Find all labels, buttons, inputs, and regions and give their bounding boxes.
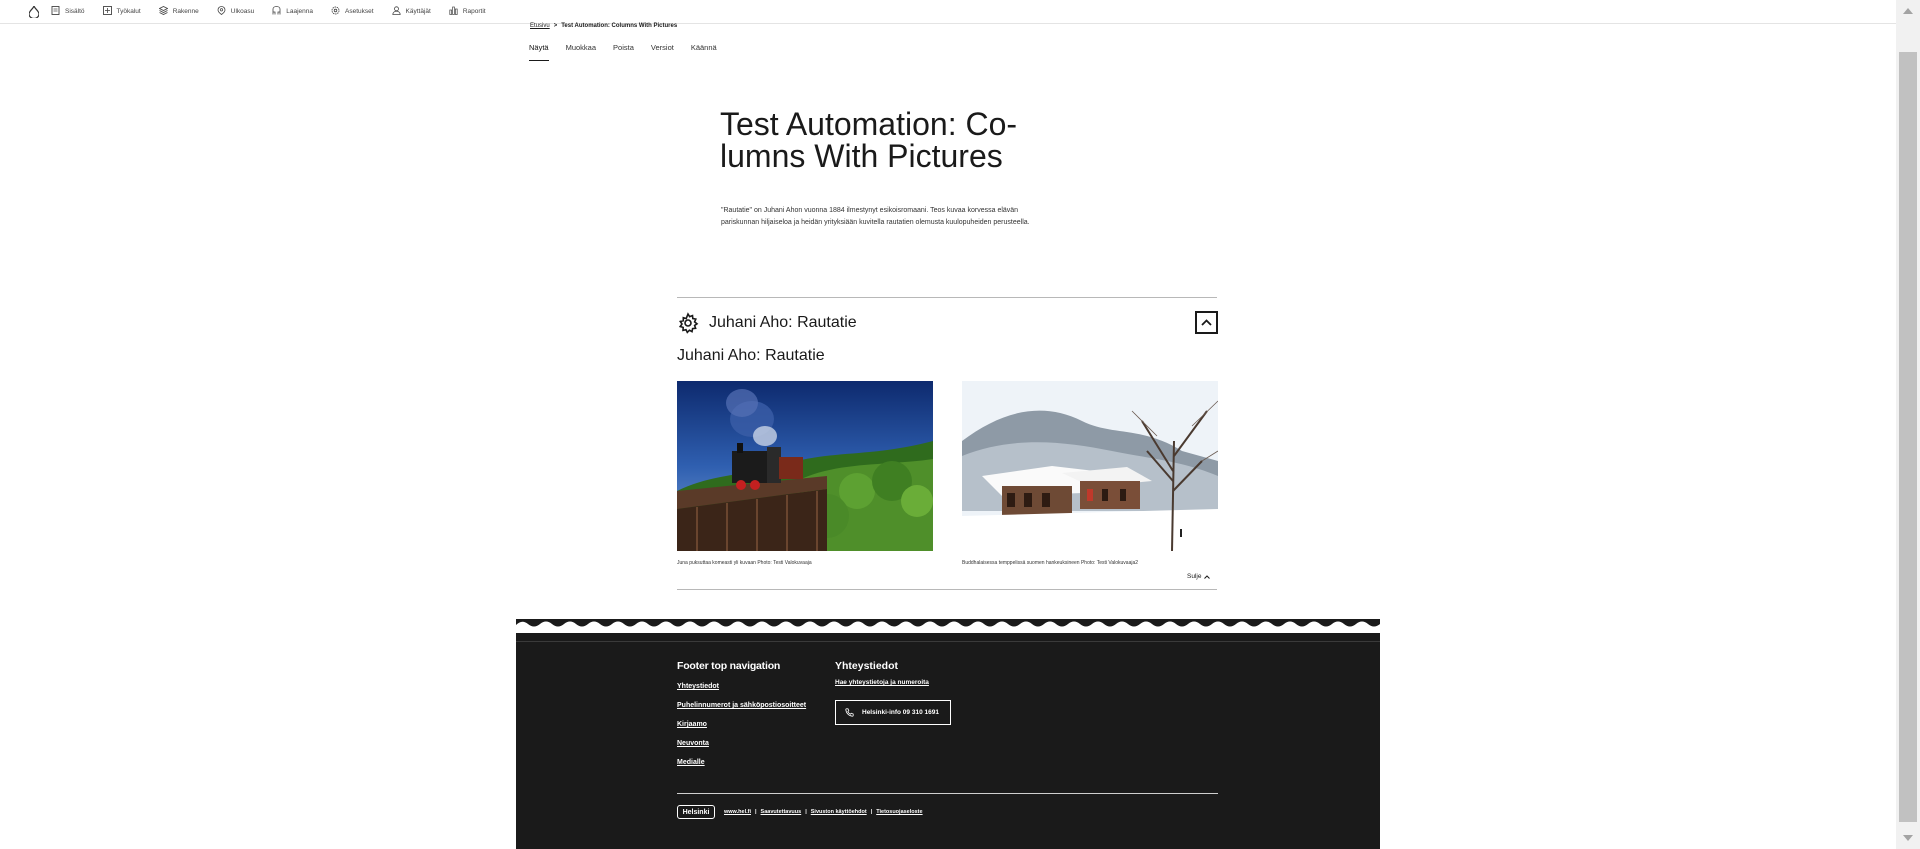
accordion-divider xyxy=(677,297,1217,298)
link-separator: | xyxy=(755,809,757,815)
tab-revisions[interactable]: Versiot xyxy=(651,43,674,61)
accordion-title: Juhani Aho: Rautatie xyxy=(709,314,857,331)
footer-nav-link[interactable]: Puhelinnumerot ja sähköpostiosoitteet xyxy=(677,702,806,721)
page-title: Test Automation: Co- lumns With Pictures xyxy=(720,108,1060,172)
close-label: Sulje xyxy=(1187,573,1202,580)
chevron-up-icon xyxy=(1204,574,1211,579)
tab-translate[interactable]: Käännä xyxy=(691,43,717,61)
page-title-line: lumns With Pictures xyxy=(720,138,1003,174)
phone-icon xyxy=(845,708,854,717)
user-icon xyxy=(391,6,401,17)
tab-edit[interactable]: Muokkaa xyxy=(566,43,596,61)
structure-icon xyxy=(158,6,169,17)
toolbar-item-structure[interactable]: Rakenne xyxy=(158,6,199,17)
footer-contact-link[interactable]: Hae yhteystietoja ja numeroita xyxy=(835,679,929,686)
footer-bottom-link[interactable]: www.hel.fi xyxy=(724,809,751,815)
footer-nav-link[interactable]: Kirjaamo xyxy=(677,721,806,740)
tools-icon xyxy=(102,6,112,17)
toolbar-item-label: Rakenne xyxy=(172,8,199,15)
chevron-up-icon xyxy=(1201,319,1212,326)
document-icon xyxy=(51,6,60,17)
toolbar-item-users[interactable]: Käyttäjät xyxy=(391,6,431,17)
image-caption: Buddhalaisessa temppelissä suomen hankeu… xyxy=(962,560,1139,566)
toolbar-item-reports[interactable]: Raportit xyxy=(449,6,486,17)
footer-nav-link[interactable]: Neuvonta xyxy=(677,740,806,759)
reports-icon xyxy=(449,6,458,17)
footer-bottom-link[interactable]: Tietosuojaseloste xyxy=(876,809,922,815)
breadcrumb-current: Test Automation: Columns With Pictures xyxy=(561,23,678,29)
page-title-line: Test Automation: Co- xyxy=(720,106,1018,142)
footer-divider xyxy=(677,793,1218,794)
helsinki-logo[interactable]: Helsinki xyxy=(677,805,715,819)
toolbar-item-label: Laajenna xyxy=(286,8,313,15)
scroll-down-arrow-icon[interactable] xyxy=(1903,835,1913,841)
accordion-toggle-button[interactable] xyxy=(1195,311,1218,334)
tab-view[interactable]: Näytä xyxy=(529,43,549,61)
footer-nav-list: Yhteystiedot Puhelinnumerot ja sähköpost… xyxy=(677,683,806,778)
gear-icon xyxy=(677,312,699,334)
extend-icon xyxy=(272,6,281,17)
drupal-logo-icon[interactable] xyxy=(27,5,41,19)
local-tasks-tabs: Näytä Muokkaa Poista Versiot Käännä xyxy=(529,43,717,61)
toolbar-item-tools[interactable]: Työkalut xyxy=(102,6,141,17)
toolbar-item-label: Raportit xyxy=(462,8,486,15)
footer-nav-link[interactable]: Medialle xyxy=(677,759,806,778)
vertical-scrollbar[interactable] xyxy=(1896,0,1920,849)
footer-bottom-link[interactable]: Sivuston käyttöehdot xyxy=(811,809,867,815)
link-separator: | xyxy=(805,809,807,815)
footer-wave-shape xyxy=(516,621,1380,633)
tab-delete[interactable]: Poista xyxy=(613,43,634,61)
toolbar-item-label: Sisältö xyxy=(65,8,85,15)
phone-button-label: Helsinki-info 09 310 1691 xyxy=(862,709,939,716)
accordion-divider xyxy=(677,589,1217,590)
settings-icon xyxy=(331,6,340,17)
helsinki-info-phone-button[interactable]: Helsinki-info 09 310 1691 xyxy=(835,700,951,725)
breadcrumb-separator: > xyxy=(553,23,558,29)
accordion-header[interactable]: Juhani Aho: Rautatie xyxy=(677,309,1218,337)
temple-image xyxy=(962,381,1218,551)
breadcrumb: Etusivu > Test Automation: Columns With … xyxy=(530,23,677,29)
toolbar-item-label: Asetukset xyxy=(345,8,374,15)
footer-nav-heading: Footer top navigation xyxy=(677,660,781,672)
train-image xyxy=(677,381,933,551)
link-separator: | xyxy=(870,809,873,815)
footer-bottom-link[interactable]: Saavutettavuus xyxy=(761,809,802,815)
toolbar-item-label: Käyttäjät xyxy=(405,8,431,15)
toolbar-item-appearance[interactable]: Ulkoasu xyxy=(217,6,254,17)
toolbar-item-label: Ulkoasu xyxy=(230,8,255,15)
toolbar-item-content[interactable]: Sisältö xyxy=(51,6,85,17)
footer: Footer top navigation Yhteystiedot Puhel… xyxy=(516,619,1380,849)
footer-wave-koro xyxy=(516,621,1380,633)
footer-bottom-links: www.hel.fi | Saavutettavuus | Sivuston k… xyxy=(724,809,923,815)
columns-heading: Juhani Aho: Rautatie xyxy=(677,347,825,364)
footer-separator xyxy=(516,641,1380,642)
image-caption: Juna puksuttaa komeasti yli kuvaan Photo… xyxy=(677,560,812,566)
toolbar-item-label: Työkalut xyxy=(116,8,141,15)
toolbar-item-extend[interactable]: Laajenna xyxy=(272,6,313,17)
footer-contact-heading: Yhteystiedot xyxy=(835,660,899,672)
scrollbar-thumb[interactable] xyxy=(1899,52,1917,822)
accordion-close-button[interactable]: Sulje xyxy=(1187,573,1211,580)
appearance-icon xyxy=(217,6,226,17)
lead-paragraph: "Rautatie" on Juhani Ahon vuonna 1884 il… xyxy=(721,207,1030,226)
admin-toolbar: Sisältö Työkalut Rakenne Ulkoasu Laajenn… xyxy=(0,0,1896,24)
breadcrumb-home-link[interactable]: Etusivu xyxy=(530,23,550,29)
footer-nav-link[interactable]: Yhteystiedot xyxy=(677,683,806,702)
scroll-up-arrow-icon[interactable] xyxy=(1903,8,1913,14)
toolbar-item-settings[interactable]: Asetukset xyxy=(331,6,374,17)
